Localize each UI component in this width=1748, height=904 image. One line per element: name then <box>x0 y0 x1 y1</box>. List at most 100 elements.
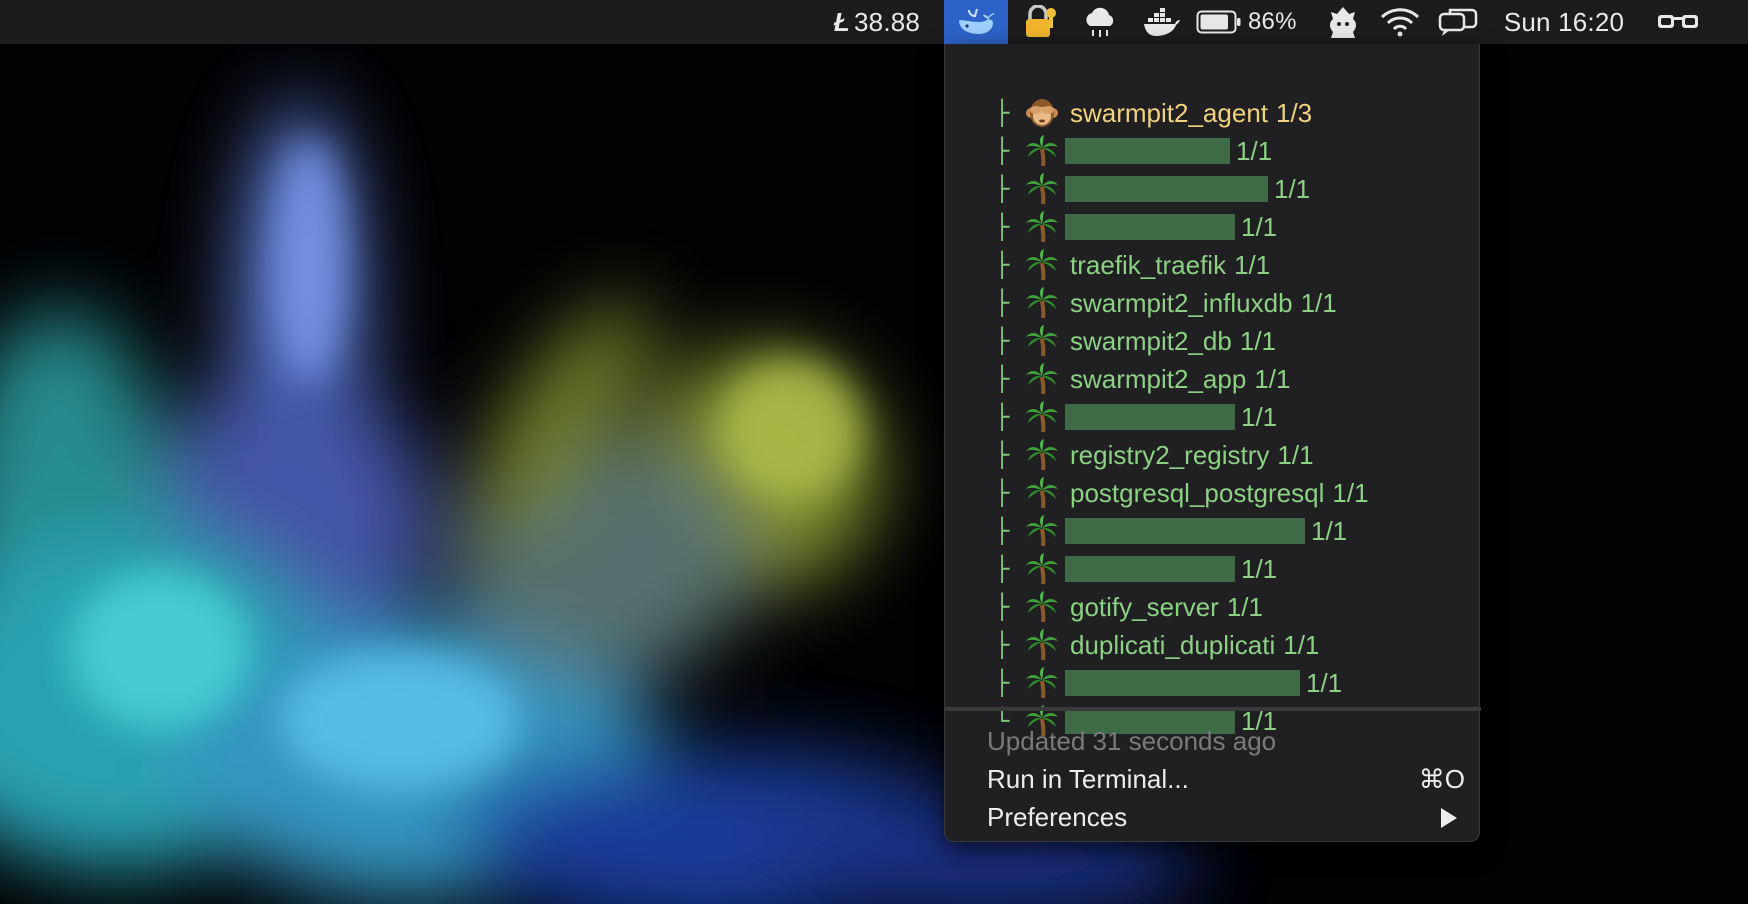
service-name: postgresql_postgresql <box>1070 478 1325 508</box>
tree-connector: ├ <box>995 327 1010 355</box>
tree-connector: ├ <box>995 593 1010 621</box>
service-name: gotify_server <box>1070 592 1219 622</box>
service-name: swarmpit2_influxdb <box>1070 288 1293 318</box>
palm-tree-icon <box>1025 211 1059 243</box>
service-replicas: 1/1 <box>1274 174 1311 204</box>
palm-tree-icon <box>1025 591 1059 623</box>
glasses-icon[interactable] <box>1652 0 1704 44</box>
whale-icon[interactable] <box>944 0 1008 44</box>
palm-tree-icon <box>1025 439 1059 471</box>
redacted-service-name <box>1065 138 1230 164</box>
clock-text: Sun 16:20 <box>1503 6 1625 37</box>
bubbles-icon[interactable] <box>1436 0 1480 44</box>
service-name: swarmpit2_db <box>1070 326 1232 356</box>
submenu-arrow-icon <box>1441 808 1457 828</box>
service-row[interactable]: ├ traefik_traefik 1/1 <box>945 246 1481 284</box>
service-replicas: 1/1 <box>1332 478 1369 508</box>
battery-percent: 86% <box>1248 8 1297 35</box>
service-replicas: 1/3 <box>1276 98 1313 128</box>
battery-icon <box>1196 10 1241 34</box>
tree-connector: ├ <box>995 99 1010 127</box>
lock-key-icon[interactable] <box>1018 0 1062 44</box>
updated-status: Updated 31 seconds ago <box>987 726 1277 756</box>
palm-tree-icon <box>1025 173 1059 205</box>
litecoin-icon: Ł <box>833 6 850 37</box>
palm-tree-icon <box>1025 325 1059 357</box>
tree-connector: ├ <box>995 403 1010 431</box>
service-row[interactable]: ├ swarmpit2_app 1/1 <box>945 360 1481 398</box>
tree-connector: ├ <box>995 137 1010 165</box>
service-name: swarmpit2_app <box>1070 364 1247 394</box>
service-row[interactable]: ├ gotify_server 1/1 <box>945 588 1481 626</box>
tree-connector: ├ <box>995 213 1010 241</box>
tree-connector: ├ <box>995 175 1010 203</box>
litecoin-ticker[interactable]: Ł 38.88 <box>818 0 936 44</box>
service-row[interactable]: ├ registry2_registry 1/1 <box>945 436 1481 474</box>
service-row[interactable]: ├ postgresql_postgresql 1/1 <box>945 474 1481 512</box>
palm-tree-icon <box>1025 135 1059 167</box>
service-replicas: 1/1 <box>1254 364 1291 394</box>
service-replicas: 1/1 <box>1241 554 1278 584</box>
service-replicas: 1/1 <box>1311 516 1348 546</box>
service-name: traefik_traefik <box>1070 250 1227 280</box>
tree-connector: ├ <box>995 289 1010 317</box>
service-name: swarmpit2_agent <box>1070 98 1268 128</box>
palm-tree-icon <box>1025 363 1059 395</box>
litecoin-price: 38.88 <box>854 6 921 37</box>
service-replicas: 1/1 <box>1226 592 1263 622</box>
user-bot-icon[interactable] <box>1322 0 1364 44</box>
service-row[interactable]: ├ duplicati_duplicati 1/1 <box>945 626 1481 664</box>
service-row[interactable]: ├ 1/1 <box>945 208 1481 246</box>
menu-bar: Ł 38.88 86% Sun 16:20 <box>0 0 1748 44</box>
run-in-terminal-item[interactable]: Run in Terminal... <box>987 760 1189 798</box>
palm-tree-icon <box>1025 287 1059 319</box>
menu-separator <box>945 707 1481 711</box>
service-row[interactable]: ├ 1/1 <box>945 550 1481 588</box>
service-row[interactable]: ├ swarmpit2_influxdb 1/1 <box>945 284 1481 322</box>
tree-connector: ├ <box>995 479 1010 507</box>
palm-tree-icon <box>1025 667 1059 699</box>
tree-connector: ├ <box>995 251 1010 279</box>
redacted-service-name <box>1065 404 1235 430</box>
service-replicas: 1/1 <box>1236 136 1273 166</box>
tree-connector: ├ <box>995 669 1010 697</box>
service-name: duplicati_duplicati <box>1070 630 1276 660</box>
service-replicas: 1/1 <box>1241 402 1278 432</box>
redacted-service-name <box>1065 214 1235 240</box>
service-replicas: 1/1 <box>1234 250 1271 280</box>
palm-tree-icon <box>1025 515 1059 547</box>
service-row[interactable]: ├ 1/1 <box>945 132 1481 170</box>
service-row[interactable]: ├ 1/1 <box>945 512 1481 550</box>
service-row[interactable]: ├ swarmpit2_agent 1/3 <box>945 94 1481 132</box>
redacted-service-name <box>1065 518 1305 544</box>
service-row[interactable]: ├ 1/1 <box>945 170 1481 208</box>
service-name: registry2_registry <box>1070 440 1270 470</box>
service-replicas: 1/1 <box>1241 212 1278 242</box>
monkey-icon <box>1025 97 1059 129</box>
service-replicas: 1/1 <box>1283 630 1320 660</box>
palm-tree-icon <box>1025 553 1059 585</box>
wifi-icon[interactable] <box>1378 0 1422 44</box>
service-row[interactable]: ├ 1/1 <box>945 398 1481 436</box>
docker-services-menu: ├ swarmpit2_agent 1/3 ├ 1/1 ├ 1/1 ├ 1/1 ├ trae… <box>944 44 1481 842</box>
palm-tree-icon <box>1025 249 1059 281</box>
service-row[interactable]: ├ swarmpit2_db 1/1 <box>945 322 1481 360</box>
desktop-wallpaper <box>0 0 1748 904</box>
tree-connector: ├ <box>995 441 1010 469</box>
clock[interactable]: Sun 16:20 <box>1494 0 1634 44</box>
battery-status[interactable]: 86% <box>1196 0 1300 44</box>
redacted-service-name <box>1065 176 1268 202</box>
cloud-icon[interactable] <box>1078 0 1122 44</box>
redacted-service-name <box>1065 556 1235 582</box>
service-row[interactable]: ├ 1/1 <box>945 664 1481 702</box>
service-replicas: 1/1 <box>1300 288 1337 318</box>
docker-icon[interactable] <box>1140 0 1184 44</box>
palm-tree-icon <box>1025 401 1059 433</box>
redacted-service-name <box>1065 670 1300 696</box>
service-replicas: 1/1 <box>1306 668 1343 698</box>
palm-tree-icon <box>1025 629 1059 661</box>
palm-tree-icon <box>1025 477 1059 509</box>
preferences-item[interactable]: Preferences <box>987 798 1127 836</box>
tree-connector: ├ <box>995 631 1010 659</box>
tree-connector: ├ <box>995 555 1010 583</box>
